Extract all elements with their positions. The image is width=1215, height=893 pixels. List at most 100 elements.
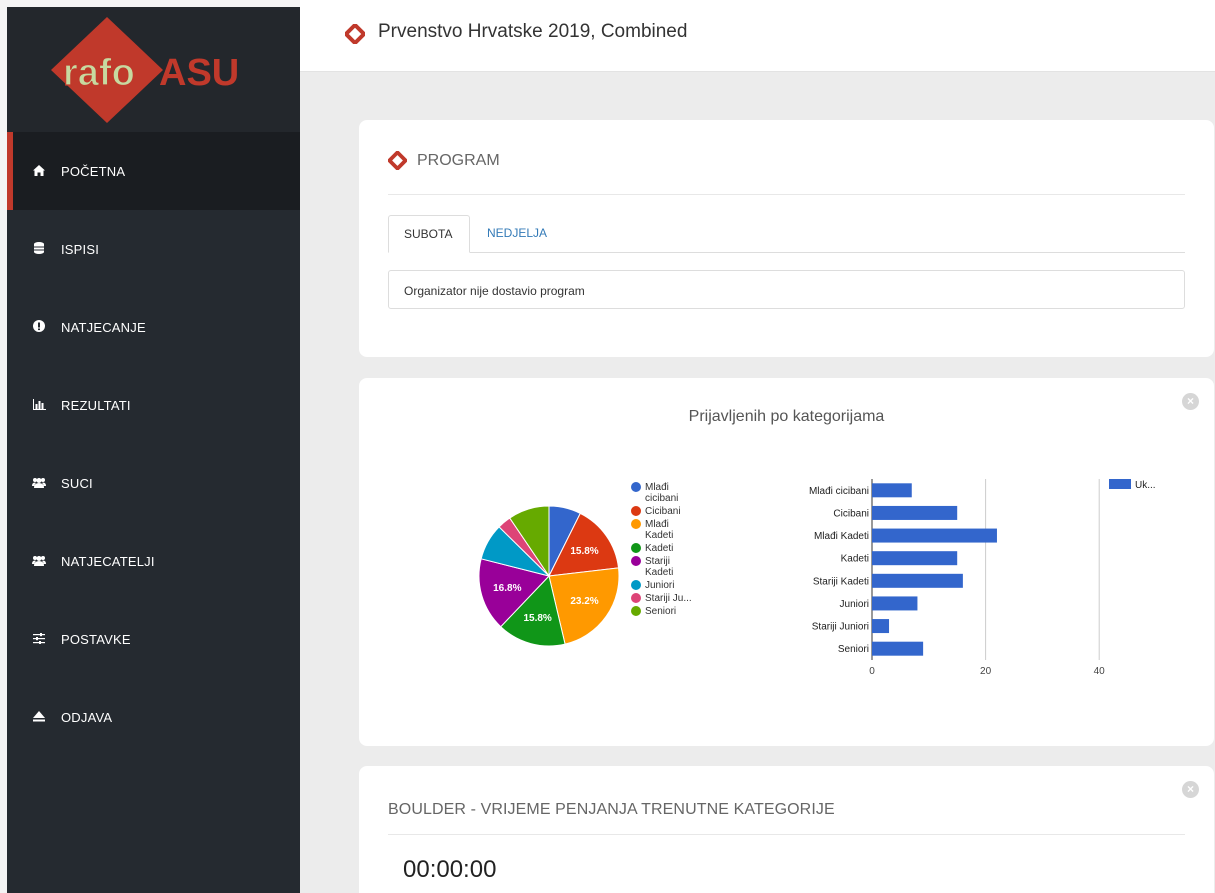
legend-item[interactable]: Juniori [631, 580, 721, 591]
rafoasu-logo[interactable]: rafo ASU [47, 15, 267, 125]
page-title: Prvenstvo Hrvatske 2019, Combined [378, 21, 688, 42]
legend-label: Mlađi cicibani [645, 482, 679, 504]
y-category-label: Mlađi Kadeti [814, 531, 869, 542]
legend-label: Cicibani [645, 506, 681, 517]
program-heading: PROGRAM [388, 151, 500, 170]
x-tick-label: 40 [1094, 666, 1106, 677]
sidebar-item-label: POČETNA [61, 163, 126, 179]
sidebar-left-border [0, 0, 7, 893]
legend-label: Juniori [645, 580, 675, 591]
y-category-label: Kadeti [841, 554, 869, 565]
legend-swatch [631, 482, 641, 492]
legend-swatch [631, 606, 641, 616]
bar[interactable] [872, 641, 924, 656]
bar[interactable] [872, 551, 958, 566]
legend-item[interactable]: Mlađi Kadeti [631, 519, 721, 541]
legend-swatch [631, 593, 641, 603]
legend-item[interactable]: Cicibani [631, 506, 721, 517]
sidebar-item-postavke[interactable]: POSTAVKE [7, 600, 300, 678]
logo-text-asu: ASU [159, 52, 239, 94]
legend-label: Stariji Ju... [645, 593, 692, 604]
bar-chart-icon [29, 398, 49, 413]
bar[interactable] [872, 528, 997, 543]
y-category-label: Seniori [838, 644, 869, 655]
sidebar-item-pocetna[interactable]: POČETNA [7, 132, 300, 210]
y-category-label: Mlađi cicibani [809, 486, 869, 497]
sidebar-item-natjecanje[interactable]: NATJECANJE [7, 288, 300, 366]
diamond-icon [345, 24, 365, 44]
bar[interactable] [872, 573, 963, 588]
sidebar-item-label: NATJECANJE [61, 319, 146, 335]
legend-swatch [631, 519, 641, 529]
panel-divider [388, 194, 1185, 195]
legend-swatch [631, 580, 641, 590]
users-icon [29, 554, 49, 569]
pie-slice-label: 15.8% [523, 613, 551, 624]
x-tick-label: 0 [869, 666, 875, 677]
pie-legend: Mlađi cicibani Cicibani Mlađi Kadeti Kadeti… [631, 482, 721, 619]
y-category-label: Stariji Juniori [812, 622, 869, 633]
legend-label: Uk... [1135, 480, 1156, 491]
pie-slice-label: 16.8% [493, 583, 521, 594]
bar[interactable] [872, 505, 958, 520]
legend-item[interactable]: Kadeti [631, 543, 721, 554]
sidebar: rafo ASU POČETNA ISPISI NATJECANJE REZUL… [0, 0, 300, 893]
users-icon [29, 476, 49, 491]
legend-label: Stariji Kadeti [645, 556, 674, 578]
y-category-label: Stariji Kadeti [813, 576, 869, 587]
sliders-icon [29, 632, 49, 647]
legend-label: Kadeti [645, 543, 674, 554]
climbing-timer: 00:00:00 [403, 856, 497, 883]
legend-swatch [631, 506, 641, 516]
sidebar-item-rezultati[interactable]: REZULTATI [7, 366, 300, 444]
close-panel-button[interactable]: × [1182, 781, 1199, 798]
sidebar-item-label: ISPISI [61, 241, 100, 257]
tab-subota[interactable]: SUBOTA [388, 215, 470, 253]
boulder-panel: × BOULDER - VRIJEME PENJANJA TRENUTNE KA… [359, 766, 1214, 893]
bar[interactable] [872, 596, 918, 611]
legend-item[interactable]: Mlađi cicibani [631, 482, 721, 504]
logo-area: rafo ASU [7, 7, 300, 132]
eject-icon [29, 710, 49, 725]
sidebar-top-border [0, 0, 300, 7]
database-icon [29, 241, 49, 257]
diamond-icon [388, 151, 407, 170]
sidebar-item-suci[interactable]: SUCI [7, 444, 300, 522]
panel-divider [388, 834, 1185, 835]
bar[interactable] [872, 483, 912, 498]
y-category-label: Cicibani [833, 508, 869, 519]
tab-nedjelja[interactable]: NEDJELJA [472, 215, 562, 253]
pie-slice-label: 23.2% [570, 596, 598, 607]
legend-swatch [631, 556, 641, 566]
exclamation-icon [29, 319, 49, 335]
sidebar-item-odjava[interactable]: ODJAVA [7, 678, 300, 756]
chart-panel: × Prijavljenih po kategorijama 15.8% 23.2… [359, 378, 1214, 746]
legend-swatch [1109, 479, 1131, 489]
sidebar-item-label: POSTAVKE [61, 631, 131, 647]
legend-item[interactable]: Seniori [631, 606, 721, 617]
legend-label: Mlađi Kadeti [645, 519, 674, 541]
y-category-label: Juniori [840, 599, 869, 610]
logo-text-rafo: rafo [63, 52, 135, 94]
sidebar-item-ispisi[interactable]: ISPISI [7, 210, 300, 288]
pie-slice-label: 15.8% [570, 546, 598, 557]
sidebar-item-label: REZULTATI [61, 397, 131, 413]
legend-swatch [631, 543, 641, 553]
chart-title: Prijavljenih po kategorijama [688, 408, 885, 425]
sidebar-item-label: ODJAVA [61, 709, 113, 725]
top-header: Prvenstvo Hrvatske 2019, Combined [300, 0, 1215, 72]
sidebar-item-label: NATJECATELJI [61, 553, 155, 569]
x-tick-label: 20 [980, 666, 992, 677]
home-icon [29, 164, 49, 179]
pie-chart: 15.8% 23.2% 15.8% 16.8% [478, 505, 620, 647]
program-note: Organizator nije dostavio program [388, 270, 1185, 309]
bar-chart: 0 20 40 Mlađi cicibani Cicibani Mlađi Kadeti K… [809, 479, 1156, 677]
sidebar-nav: POČETNA ISPISI NATJECANJE REZULTATI SUCI [7, 132, 300, 756]
sidebar-item-label: SUCI [61, 475, 93, 491]
sidebar-item-natjecatelji[interactable]: NATJECATELJI [7, 522, 300, 600]
legend-label: Seniori [645, 606, 677, 617]
bar[interactable] [872, 619, 890, 634]
legend-item[interactable]: Stariji Ju... [631, 593, 721, 604]
legend-item[interactable]: Stariji Kadeti [631, 556, 721, 578]
program-tabs: SUBOTA NEDJELJA [388, 215, 1185, 253]
